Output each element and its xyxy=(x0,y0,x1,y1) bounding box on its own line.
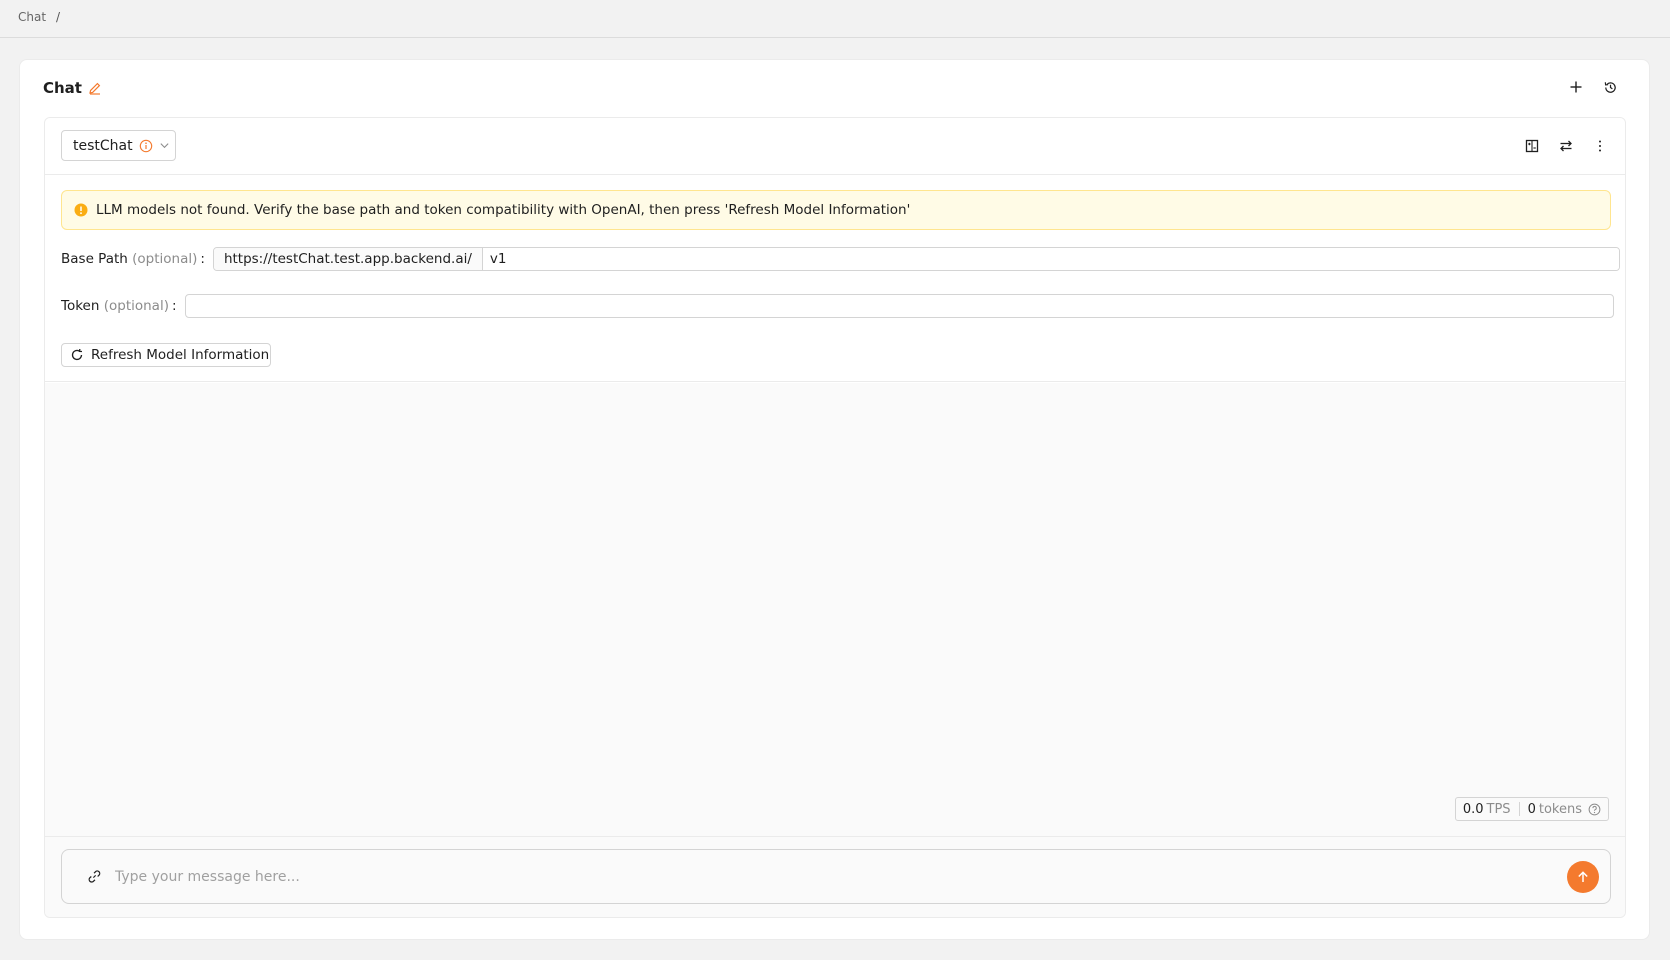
link-icon xyxy=(88,870,100,883)
warning-icon xyxy=(74,203,88,217)
base-path-label: Base Path (optional): xyxy=(61,251,205,267)
sync-icon xyxy=(1560,140,1572,152)
chat-panel: testChat LLM models not found. Verify th… xyxy=(44,117,1626,918)
model-select[interactable]: testChat xyxy=(61,130,176,161)
chat-panel-actions xyxy=(1523,137,1609,155)
page-title: Chat xyxy=(43,79,82,97)
refresh-icon xyxy=(71,348,83,361)
stats-divider xyxy=(1518,802,1520,816)
tokens-value: 0 xyxy=(1527,801,1536,817)
message-area: 0.0 TPS 0 tokens xyxy=(45,383,1625,836)
tokens-unit: tokens xyxy=(1538,801,1582,817)
refresh-model-label: Refresh Model Information xyxy=(91,347,270,363)
compare-button[interactable] xyxy=(1523,137,1541,155)
compare-icon xyxy=(1525,139,1539,153)
endpoint-config: LLM models not found. Verify the base pa… xyxy=(45,175,1625,382)
alert-message: LLM models not found. Verify the base pa… xyxy=(96,202,911,218)
message-composer xyxy=(61,849,1611,904)
attach-button[interactable] xyxy=(85,868,103,886)
message-input[interactable] xyxy=(115,868,1567,885)
base-path-prefix: https://testChat.test.app.backend.ai/ xyxy=(213,248,483,270)
token-label: Token (optional): xyxy=(61,298,177,314)
help-icon[interactable] xyxy=(1588,803,1601,816)
tps-value: 0.0 xyxy=(1462,801,1484,817)
history-icon xyxy=(1604,81,1616,93)
token-input[interactable] xyxy=(184,294,1614,318)
top-bar: Chat / xyxy=(0,0,1670,38)
base-path-row: Base Path (optional): https://testChat.t… xyxy=(61,247,1620,271)
warning-alert: LLM models not found. Verify the base pa… xyxy=(61,190,1611,230)
chevron-down-icon xyxy=(160,143,169,149)
more-vertical-icon xyxy=(1599,140,1601,152)
usage-stats: 0.0 TPS 0 tokens xyxy=(1454,797,1609,821)
more-button[interactable] xyxy=(1591,137,1609,155)
arrow-up-icon xyxy=(1578,870,1588,882)
composer-area xyxy=(45,836,1625,917)
send-button[interactable] xyxy=(1567,860,1599,893)
history-button[interactable] xyxy=(1601,78,1619,96)
breadcrumb-chat[interactable]: Chat xyxy=(18,10,46,24)
base-path-input-group: https://testChat.test.app.backend.ai/ xyxy=(212,247,1620,271)
sync-button[interactable] xyxy=(1557,137,1575,155)
edit-icon[interactable] xyxy=(88,81,102,95)
token-row: Token (optional): xyxy=(61,294,1614,318)
new-chat-button[interactable] xyxy=(1567,78,1585,96)
card-header: Chat xyxy=(43,79,102,97)
tps-unit: TPS xyxy=(1486,801,1511,817)
base-path-input[interactable] xyxy=(482,248,1619,270)
refresh-model-button[interactable]: Refresh Model Information xyxy=(61,343,271,367)
model-select-value: testChat xyxy=(73,137,133,154)
breadcrumb-separator: / xyxy=(56,10,61,24)
chat-panel-header: testChat xyxy=(45,118,1625,175)
info-icon xyxy=(139,139,152,152)
plus-icon xyxy=(1570,81,1582,93)
chat-card: Chat testChat LLM models not found. Veri… xyxy=(19,59,1650,940)
card-actions xyxy=(1567,78,1619,96)
breadcrumb: Chat / xyxy=(18,10,60,24)
